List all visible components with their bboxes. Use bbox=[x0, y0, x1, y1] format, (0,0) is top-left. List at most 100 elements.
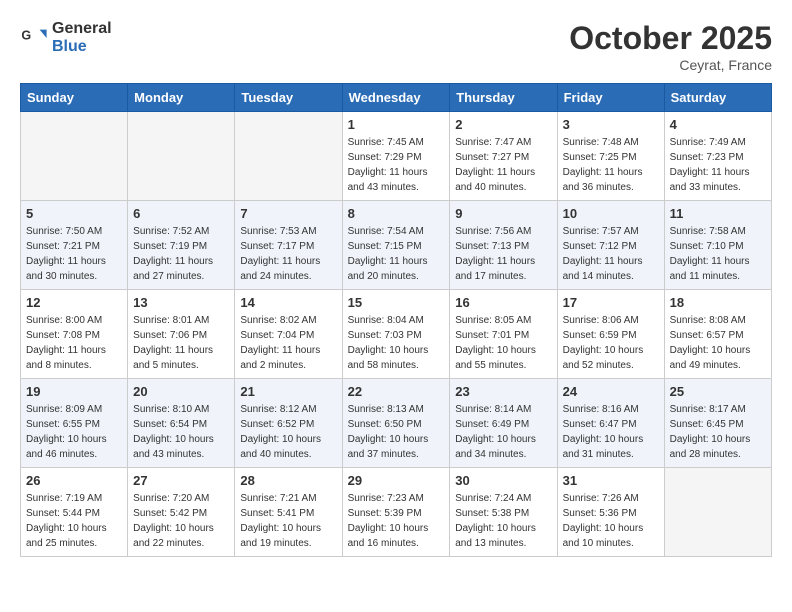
weekday-header-tuesday: Tuesday bbox=[235, 84, 342, 112]
day-info: Sunrise: 8:12 AM Sunset: 6:52 PM Dayligh… bbox=[240, 402, 336, 462]
day-number: 25 bbox=[670, 384, 766, 399]
day-number: 17 bbox=[563, 295, 659, 310]
day-number: 21 bbox=[240, 384, 336, 399]
calendar-cell: 10 Sunrise: 7:57 AM Sunset: 7:12 PM Dayli… bbox=[557, 201, 664, 290]
calendar-cell: 17 Sunrise: 8:06 AM Sunset: 6:59 PM Dayli… bbox=[557, 290, 664, 379]
weekday-header-thursday: Thursday bbox=[450, 84, 557, 112]
weekday-header-sunday: Sunday bbox=[21, 84, 128, 112]
day-info: Sunrise: 8:16 AM Sunset: 6:47 PM Dayligh… bbox=[563, 402, 659, 462]
calendar-cell bbox=[235, 112, 342, 201]
logo-general: General bbox=[52, 20, 112, 37]
day-info: Sunrise: 8:08 AM Sunset: 6:57 PM Dayligh… bbox=[670, 313, 766, 373]
calendar-cell: 7 Sunrise: 7:53 AM Sunset: 7:17 PM Daylig… bbox=[235, 201, 342, 290]
month-title: October 2025 bbox=[569, 20, 772, 57]
calendar-cell: 8Sunrise: 7:54 AM Sunset: 7:15 PM Daylig… bbox=[342, 201, 450, 290]
calendar-cell bbox=[21, 112, 128, 201]
calendar-cell: 13Sunrise: 8:01 AM Sunset: 7:06 PM Dayli… bbox=[128, 290, 235, 379]
day-number: 29 bbox=[348, 473, 445, 488]
location-title: Ceyrat, France bbox=[569, 57, 772, 73]
day-info: Sunrise: 7:24 AM Sunset: 5:38 PM Dayligh… bbox=[455, 491, 551, 551]
day-number: 2 bbox=[455, 117, 551, 132]
day-info: Sunrise: 7:50 AM Sunset: 7:21 PM Dayligh… bbox=[26, 224, 122, 284]
day-info: Sunrise: 7:54 AM Sunset: 7:15 PM Dayligh… bbox=[348, 224, 445, 284]
weekday-header-monday: Monday bbox=[128, 84, 235, 112]
calendar-cell bbox=[128, 112, 235, 201]
day-number: 22 bbox=[348, 384, 445, 399]
calendar-cell: 5 Sunrise: 7:50 AM Sunset: 7:21 PM Daylig… bbox=[21, 201, 128, 290]
day-number: 11 bbox=[670, 206, 766, 221]
calendar-cell: 29 Sunrise: 7:23 AM Sunset: 5:39 PM Dayli… bbox=[342, 468, 450, 557]
day-info: Sunrise: 8:06 AM Sunset: 6:59 PM Dayligh… bbox=[563, 313, 659, 373]
day-number: 7 bbox=[240, 206, 336, 221]
calendar-cell: 1Sunrise: 7:45 AM Sunset: 7:29 PM Daylig… bbox=[342, 112, 450, 201]
calendar-cell: 16Sunrise: 8:05 AM Sunset: 7:01 PM Dayli… bbox=[450, 290, 557, 379]
calendar-cell bbox=[664, 468, 771, 557]
calendar-cell: 27 Sunrise: 7:20 AM Sunset: 5:42 PM Dayli… bbox=[128, 468, 235, 557]
calendar-cell: 11 Sunrise: 7:58 AM Sunset: 7:10 PM Dayli… bbox=[664, 201, 771, 290]
weekday-header-row: SundayMondayTuesdayWednesdayThursdayFrid… bbox=[21, 84, 772, 112]
day-info: Sunrise: 8:04 AM Sunset: 7:03 PM Dayligh… bbox=[348, 313, 445, 373]
calendar-cell: 26 Sunrise: 7:19 AM Sunset: 5:44 PM Dayli… bbox=[21, 468, 128, 557]
day-number: 15 bbox=[348, 295, 445, 310]
logo-icon: G bbox=[20, 24, 48, 52]
day-info: Sunrise: 7:58 AM Sunset: 7:10 PM Dayligh… bbox=[670, 224, 766, 284]
svg-text:G: G bbox=[21, 28, 31, 42]
title-area: October 2025 Ceyrat, France bbox=[569, 20, 772, 73]
day-info: Sunrise: 7:49 AM Sunset: 7:23 PM Dayligh… bbox=[670, 135, 766, 195]
day-number: 27 bbox=[133, 473, 229, 488]
day-number: 1 bbox=[348, 117, 445, 132]
day-number: 23 bbox=[455, 384, 551, 399]
day-info: Sunrise: 7:23 AM Sunset: 5:39 PM Dayligh… bbox=[348, 491, 445, 551]
calendar-cell: 19 Sunrise: 8:09 AM Sunset: 6:55 PM Dayli… bbox=[21, 379, 128, 468]
calendar-cell: 21 Sunrise: 8:12 AM Sunset: 6:52 PM Dayli… bbox=[235, 379, 342, 468]
day-info: Sunrise: 8:13 AM Sunset: 6:50 PM Dayligh… bbox=[348, 402, 445, 462]
day-info: Sunrise: 8:10 AM Sunset: 6:54 PM Dayligh… bbox=[133, 402, 229, 462]
calendar-cell: 15 Sunrise: 8:04 AM Sunset: 7:03 PM Dayli… bbox=[342, 290, 450, 379]
day-number: 18 bbox=[670, 295, 766, 310]
day-number: 6 bbox=[133, 206, 229, 221]
day-number: 26 bbox=[26, 473, 122, 488]
weekday-header-saturday: Saturday bbox=[664, 84, 771, 112]
day-number: 28 bbox=[240, 473, 336, 488]
day-info: Sunrise: 7:47 AM Sunset: 7:27 PM Dayligh… bbox=[455, 135, 551, 195]
calendar-cell: 28Sunrise: 7:21 AM Sunset: 5:41 PM Dayli… bbox=[235, 468, 342, 557]
calendar-week-row: 26 Sunrise: 7:19 AM Sunset: 5:44 PM Dayli… bbox=[21, 468, 772, 557]
day-info: Sunrise: 7:53 AM Sunset: 7:17 PM Dayligh… bbox=[240, 224, 336, 284]
day-number: 4 bbox=[670, 117, 766, 132]
day-info: Sunrise: 7:26 AM Sunset: 5:36 PM Dayligh… bbox=[563, 491, 659, 551]
day-number: 10 bbox=[563, 206, 659, 221]
day-info: Sunrise: 7:19 AM Sunset: 5:44 PM Dayligh… bbox=[26, 491, 122, 551]
day-info: Sunrise: 8:09 AM Sunset: 6:55 PM Dayligh… bbox=[26, 402, 122, 462]
day-info: Sunrise: 8:02 AM Sunset: 7:04 PM Dayligh… bbox=[240, 313, 336, 373]
calendar-cell: 24 Sunrise: 8:16 AM Sunset: 6:47 PM Dayli… bbox=[557, 379, 664, 468]
calendar-cell: 3Sunrise: 7:48 AM Sunset: 7:25 PM Daylig… bbox=[557, 112, 664, 201]
day-info: Sunrise: 7:20 AM Sunset: 5:42 PM Dayligh… bbox=[133, 491, 229, 551]
calendar-cell: 23 Sunrise: 8:14 AM Sunset: 6:49 PM Dayli… bbox=[450, 379, 557, 468]
calendar-cell: 2 Sunrise: 7:47 AM Sunset: 7:27 PM Daylig… bbox=[450, 112, 557, 201]
day-number: 24 bbox=[563, 384, 659, 399]
day-number: 14 bbox=[240, 295, 336, 310]
calendar-week-row: 12Sunrise: 8:00 AM Sunset: 7:08 PM Dayli… bbox=[21, 290, 772, 379]
weekday-header-wednesday: Wednesday bbox=[342, 84, 450, 112]
calendar-cell: 25Sunrise: 8:17 AM Sunset: 6:45 PM Dayli… bbox=[664, 379, 771, 468]
day-info: Sunrise: 7:52 AM Sunset: 7:19 PM Dayligh… bbox=[133, 224, 229, 284]
day-number: 12 bbox=[26, 295, 122, 310]
day-number: 20 bbox=[133, 384, 229, 399]
calendar-week-row: 5 Sunrise: 7:50 AM Sunset: 7:21 PM Daylig… bbox=[21, 201, 772, 290]
calendar-cell: 18 Sunrise: 8:08 AM Sunset: 6:57 PM Dayli… bbox=[664, 290, 771, 379]
day-info: Sunrise: 7:48 AM Sunset: 7:25 PM Dayligh… bbox=[563, 135, 659, 195]
day-info: Sunrise: 7:56 AM Sunset: 7:13 PM Dayligh… bbox=[455, 224, 551, 284]
weekday-header-friday: Friday bbox=[557, 84, 664, 112]
day-info: Sunrise: 8:14 AM Sunset: 6:49 PM Dayligh… bbox=[455, 402, 551, 462]
day-number: 30 bbox=[455, 473, 551, 488]
calendar-cell: 30 Sunrise: 7:24 AM Sunset: 5:38 PM Dayli… bbox=[450, 468, 557, 557]
header: G General Blue October 2025 Ceyrat, Fran… bbox=[20, 20, 772, 73]
day-number: 5 bbox=[26, 206, 122, 221]
day-number: 16 bbox=[455, 295, 551, 310]
day-info: Sunrise: 7:57 AM Sunset: 7:12 PM Dayligh… bbox=[563, 224, 659, 284]
calendar-cell: 31Sunrise: 7:26 AM Sunset: 5:36 PM Dayli… bbox=[557, 468, 664, 557]
logo: G General Blue bbox=[20, 20, 112, 56]
calendar-table: SundayMondayTuesdayWednesdayThursdayFrid… bbox=[20, 83, 772, 557]
day-number: 19 bbox=[26, 384, 122, 399]
calendar-week-row: 19 Sunrise: 8:09 AM Sunset: 6:55 PM Dayli… bbox=[21, 379, 772, 468]
